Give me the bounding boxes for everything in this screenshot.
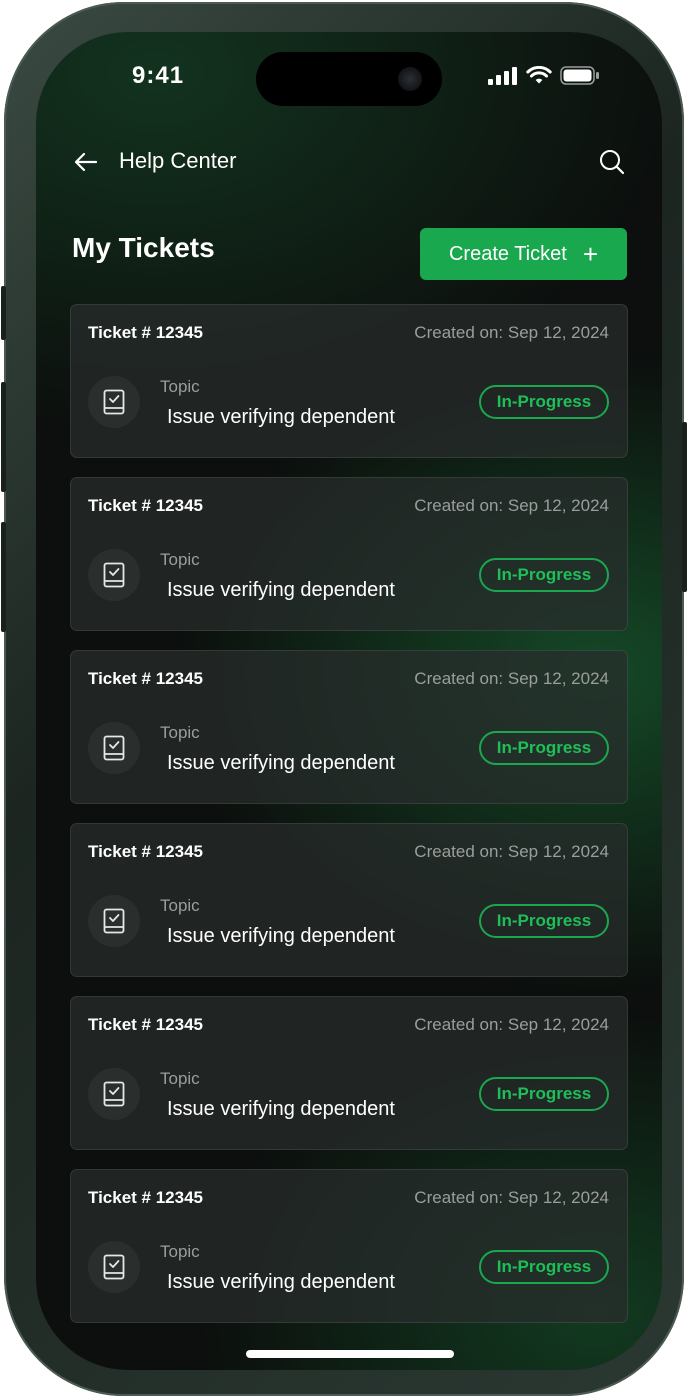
ticket-card[interactable]: Ticket # 12345 Created on: Sep 12, 2024 … [70, 823, 628, 977]
ticket-id: Ticket # 12345 [88, 842, 203, 861]
ticket-id: Ticket # 12345 [88, 1188, 203, 1207]
volume-up-button [1, 382, 6, 492]
status-badge: In-Progress [479, 1250, 609, 1284]
ticket-icon-circle [88, 376, 140, 428]
ticket-id: Ticket # 12345 [88, 323, 203, 342]
topic-label: Topic [160, 550, 200, 569]
topic-label: Topic [160, 1069, 200, 1088]
create-ticket-label: Create Ticket [448, 242, 567, 265]
document-check-icon [103, 908, 125, 934]
volume-down-button [1, 522, 6, 632]
ticket-topic: Issue verifying dependent [167, 752, 395, 774]
ticket-topic: Issue verifying dependent [167, 406, 395, 428]
back-button[interactable] [72, 148, 100, 176]
status-badge: In-Progress [479, 904, 609, 938]
app-header: Help Center [36, 142, 662, 182]
ticket-created-date: Created on: Sep 12, 2024 [414, 669, 609, 688]
side-button [1, 286, 6, 340]
home-indicator[interactable] [246, 1350, 454, 1358]
status-badge: In-Progress [479, 385, 609, 419]
ticket-icon-circle [88, 722, 140, 774]
ticket-id: Ticket # 12345 [88, 496, 203, 515]
ticket-created-date: Created on: Sep 12, 2024 [414, 496, 609, 515]
ticket-created-date: Created on: Sep 12, 2024 [414, 1015, 609, 1034]
header-title: Help Center [119, 148, 237, 173]
power-button [682, 422, 687, 592]
ticket-card[interactable]: Ticket # 12345 Created on: Sep 12, 2024 … [70, 996, 628, 1150]
battery-icon [560, 66, 599, 85]
ticket-id: Ticket # 12345 [88, 1015, 203, 1034]
topic-label: Topic [160, 1242, 200, 1261]
search-icon [600, 150, 625, 175]
ticket-topic: Issue verifying dependent [167, 1271, 395, 1293]
ticket-topic: Issue verifying dependent [167, 925, 395, 947]
page-title: My Tickets [72, 232, 215, 263]
ticket-icon-circle [88, 1241, 140, 1293]
document-check-icon [103, 1081, 125, 1107]
create-ticket-button[interactable]: Create Ticket + [420, 228, 627, 280]
status-badge: In-Progress [479, 558, 609, 592]
topic-label: Topic [160, 377, 200, 396]
ticket-icon-circle [88, 895, 140, 947]
document-check-icon [103, 1254, 125, 1280]
search-button[interactable] [596, 146, 628, 178]
document-check-icon [103, 389, 125, 415]
ticket-card[interactable]: Ticket # 12345 Created on: Sep 12, 2024 … [70, 304, 628, 458]
ticket-topic: Issue verifying dependent [167, 1098, 395, 1120]
ticket-id: Ticket # 12345 [88, 669, 203, 688]
ticket-card[interactable]: Ticket # 12345 Created on: Sep 12, 2024 … [70, 1169, 628, 1323]
cellular-signal-icon [488, 66, 517, 85]
status-badge: In-Progress [479, 731, 609, 765]
dynamic-island [256, 52, 442, 106]
ticket-created-date: Created on: Sep 12, 2024 [414, 323, 609, 342]
status-badge: In-Progress [479, 1077, 609, 1111]
arrow-left-icon [74, 152, 98, 172]
ticket-topic: Issue verifying dependent [167, 579, 395, 601]
phone-frame: 9:41 Help Center My Tickets Create Ticke… [1, 2, 687, 1396]
document-check-icon [103, 562, 125, 588]
status-time: 9:41 [132, 62, 185, 89]
ticket-icon-circle [88, 549, 140, 601]
status-icons [488, 66, 600, 85]
ticket-icon-circle [88, 1068, 140, 1120]
plus-icon: + [582, 239, 598, 269]
topic-label: Topic [160, 723, 200, 742]
screen: 9:41 Help Center My Tickets Create Ticke… [36, 32, 662, 1370]
document-check-icon [103, 735, 125, 761]
ticket-card[interactable]: Ticket # 12345 Created on: Sep 12, 2024 … [70, 477, 628, 631]
ticket-created-date: Created on: Sep 12, 2024 [414, 1188, 609, 1207]
ticket-created-date: Created on: Sep 12, 2024 [414, 842, 609, 861]
ticket-card[interactable]: Ticket # 12345 Created on: Sep 12, 2024 … [70, 650, 628, 804]
front-camera [398, 67, 422, 91]
topic-label: Topic [160, 896, 200, 915]
wifi-icon [526, 66, 552, 84]
